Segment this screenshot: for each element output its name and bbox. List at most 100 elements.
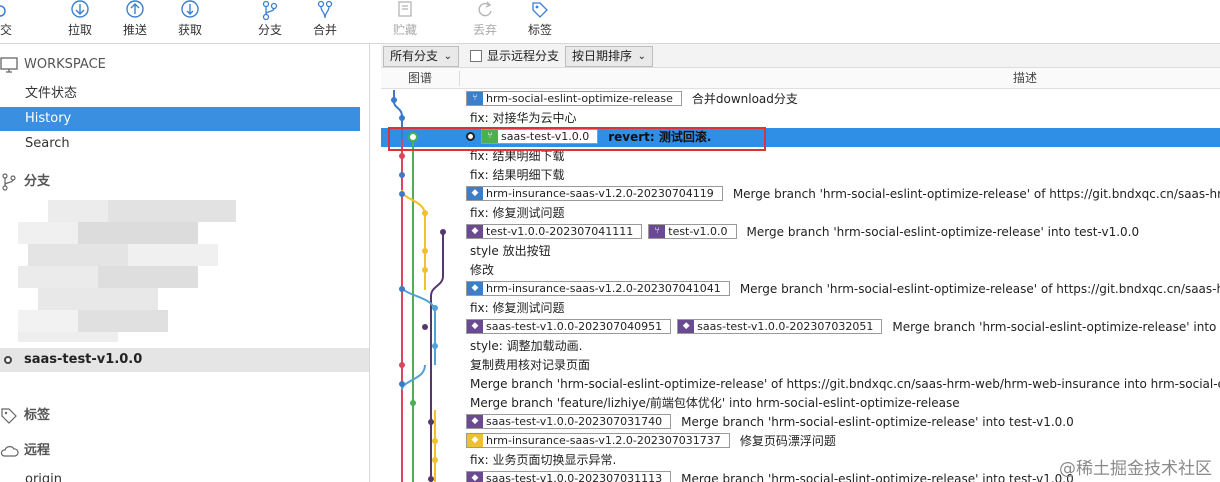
commit-row[interactable]: 复制费用核对记录页面 <box>381 356 1220 375</box>
commit-row[interactable]: ⑂ hrm-social-eslint-optimize-release 合并dow… <box>381 90 1220 109</box>
chevron-down-icon: ⌄ <box>443 51 452 62</box>
stash-label: 贮藏 <box>392 23 417 37</box>
branch-button[interactable]: 分支 <box>250 0 290 44</box>
sidebar-item-history[interactable]: History <box>0 107 360 131</box>
commit-row[interactable]: Merge branch 'hrm-social-eslint-optimize… <box>381 375 1220 394</box>
commit-node <box>399 172 405 178</box>
commit-description: Merge branch 'feature/lizhiye/前端包体优化' in… <box>466 394 960 413</box>
sidebar-item-label: 文件状态 <box>25 86 78 101</box>
commit-row[interactable]: fix: 修复测试问题 <box>381 299 1220 318</box>
commit-row[interactable]: ◆ hrm-insurance-saas-v1.2.0-202307031737 修… <box>381 432 1220 451</box>
commit-message: fix: 结果明细下载 <box>470 168 565 182</box>
pull-button[interactable]: 拉取 <box>60 0 100 44</box>
commit-row[interactable]: style 放出按钮 <box>381 242 1220 261</box>
commit-message: style: 调整加载动画. <box>470 339 583 353</box>
commit-row[interactable]: ◆ saas-test-v1.0.0-202307031740 Merge bran… <box>381 413 1220 432</box>
sort-dropdown[interactable]: 按日期排序 ⌄ <box>565 46 653 67</box>
tag-label-chip[interactable]: ◆ test-v1.0.0-202307041111 <box>466 224 643 239</box>
commit-description: fix: 结果明细下载 <box>466 166 565 185</box>
watermark: @稀土掘金技术社区 <box>1059 459 1212 479</box>
commit-node <box>432 343 438 349</box>
stash-icon <box>398 1 412 17</box>
commit-message: Merge branch 'hrm-social-eslint-optimize… <box>681 415 1074 429</box>
ref-name: saas-test-v1.0.0-202307032051 <box>697 320 874 333</box>
sort-label: 按日期排序 <box>572 49 633 63</box>
tag-label-chip[interactable]: ◆ saas-test-v1.0.0-202307031113 <box>466 471 672 482</box>
cloud-icon <box>0 446 19 457</box>
tag-icon <box>532 2 548 18</box>
commit-row[interactable]: Merge branch 'feature/lizhiye/前端包体优化' in… <box>381 394 1220 413</box>
stash-button[interactable]: 贮藏 <box>385 0 425 44</box>
tag-label-chip[interactable]: ◆ hrm-insurance-saas-v1.2.0-202307031737 <box>466 433 730 448</box>
tag-label-chip[interactable]: ◆ saas-test-v1.0.0-202307032051 <box>677 319 883 334</box>
commit-row[interactable]: ◆ hrm-insurance-saas-v1.2.0-20230704119 Me… <box>381 185 1220 204</box>
column-description[interactable]: 描述 <box>1013 68 1037 88</box>
tag-button[interactable]: 标签 <box>520 0 560 44</box>
chevron-down-icon: ⌄ <box>637 51 646 62</box>
commit-message: Merge branch 'feature/lizhiye/前端包体优化' in… <box>470 396 960 410</box>
sidebar-item-search[interactable]: Search <box>0 132 360 156</box>
commit-node <box>399 115 405 121</box>
commit-row[interactable]: ◆ hrm-insurance-saas-v1.2.0-202307041041 M… <box>381 280 1220 299</box>
merge-button[interactable]: 合并 <box>305 0 345 44</box>
commit-message: Merge branch 'hrm-social-eslint-optimize… <box>681 472 1074 482</box>
commit-label: 交 <box>0 23 12 37</box>
pull-label: 拉取 <box>67 23 92 37</box>
commit-row[interactable]: 修改 <box>381 261 1220 280</box>
monitor-icon <box>0 57 18 73</box>
show-remote-checkbox[interactable] <box>470 50 482 62</box>
tag-label-chip[interactable]: ◆ hrm-insurance-saas-v1.2.0-20230704119 <box>466 186 723 201</box>
branch-icon <box>2 173 16 191</box>
commit-node <box>422 210 428 216</box>
branch-label-chip[interactable]: ⑂ hrm-social-eslint-optimize-release <box>466 91 682 106</box>
discard-button[interactable]: 丢弃 <box>465 0 505 44</box>
commit-node <box>399 286 405 292</box>
sidebar-branch-current[interactable]: saas-test-v1.0.0 <box>0 348 369 372</box>
commit-row[interactable]: fix: 对接华为云中心 <box>381 109 1220 128</box>
tag-label-chip[interactable]: ◆ saas-test-v1.0.0-202307031740 <box>466 414 672 429</box>
sidebar-item-origin[interactable]: origin <box>0 468 360 482</box>
blurred-branch-list <box>18 200 236 342</box>
column-graph[interactable]: 图谱 <box>408 68 432 88</box>
commit-description: fix: 对接华为云中心 <box>466 109 577 128</box>
branch-label-chip[interactable]: ⑂ test-v1.0.0 <box>648 224 737 239</box>
branch-filter-dropdown[interactable]: 所有分支 ⌄ <box>383 46 459 67</box>
commit-message: fix: 对接华为云中心 <box>470 111 577 125</box>
commit-message: Merge branch 'hrm-social-eslint-optimize… <box>892 320 1220 334</box>
commit-description: ◆ saas-test-v1.0.0-202307031113 Merge bran… <box>466 470 1074 482</box>
tag-label-chip[interactable]: ◆ saas-test-v1.0.0-202307040951 <box>466 319 672 334</box>
commit-node <box>399 362 405 368</box>
commit-message: 修改 <box>470 263 495 277</box>
commit-description: ◆ hrm-insurance-saas-v1.2.0-202307041041 M… <box>466 280 1220 299</box>
commit-row[interactable]: ◆ test-v1.0.0-202307041111 ⑂ test-v1.0.0 Mer… <box>381 223 1220 242</box>
branch-filter-label: 所有分支 <box>390 49 439 63</box>
commit-row[interactable]: fix: 修复测试问题 <box>381 204 1220 223</box>
branch-icon: ⑂ <box>649 225 666 238</box>
commit-row[interactable]: style: 调整加载动画. <box>381 337 1220 356</box>
fetch-button[interactable]: 获取 <box>170 0 210 44</box>
commit-button[interactable]: 交 <box>0 0 18 44</box>
ref-name: saas-test-v1.0.0-202307031113 <box>486 472 663 482</box>
branches-label: 分支 <box>24 174 51 189</box>
ref-name: hrm-insurance-saas-v1.2.0-20230704119 <box>486 187 714 200</box>
push-button[interactable]: 推送 <box>115 0 155 44</box>
show-remote-label: 显示远程分支 <box>487 49 560 63</box>
commit-node <box>440 229 446 235</box>
commit-message: fix: 业务页面切换显示异常. <box>470 453 617 467</box>
commit-node <box>428 419 434 425</box>
ref-name: test-v1.0.0-202307041111 <box>486 225 634 238</box>
ref-name: hrm-insurance-saas-v1.2.0-202307031737 <box>486 434 721 447</box>
commit-row[interactable]: fix: 结果明细下载 <box>381 166 1220 185</box>
sidebar-item-file-status[interactable]: 文件状态 <box>0 82 360 106</box>
sidebar: WORKSPACE 文件状态 History Search 分支 saas-te… <box>0 44 370 482</box>
tag-label-chip[interactable]: ◆ hrm-insurance-saas-v1.2.0-202307041041 <box>466 281 730 296</box>
commit-message: fix: 修复测试问题 <box>470 206 565 220</box>
ref-name: hrm-social-eslint-optimize-release <box>486 92 673 105</box>
tag-label: 标签 <box>527 23 552 37</box>
commit-description: style 放出按钮 <box>466 242 551 261</box>
tag-icon: ◆ <box>467 415 483 428</box>
commit-node <box>428 476 434 482</box>
fetch-label: 获取 <box>177 23 202 37</box>
remotes-label: 远程 <box>24 443 51 458</box>
commit-row[interactable]: ◆ saas-test-v1.0.0-202307040951 ◆ saas-test… <box>381 318 1220 337</box>
